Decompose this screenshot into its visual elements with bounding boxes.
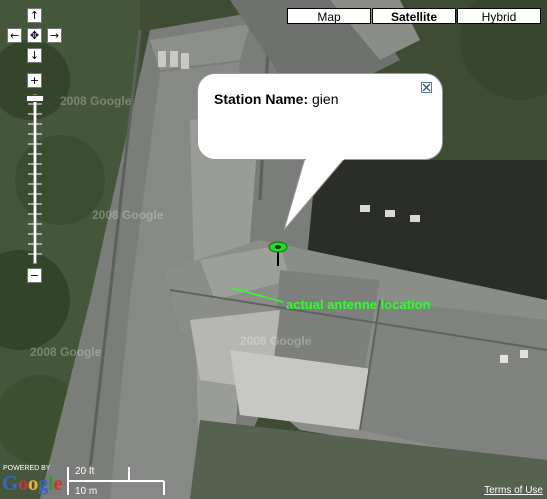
imagery-watermark: 2008 Google [240, 334, 312, 348]
google-logo[interactable]: Google [2, 471, 63, 496]
annotation-label: actual antenne location [286, 297, 431, 312]
map-type-satellite-button[interactable]: Satellite [372, 8, 456, 24]
scale-metric-label: 10 m [75, 486, 98, 497]
zoom-in-button[interactable]: + [27, 73, 42, 88]
imagery-watermark: 2008 Google [92, 208, 164, 222]
pan-center-button[interactable]: ✥ [27, 28, 42, 43]
zoom-slider-handle[interactable] [26, 95, 44, 102]
pan-right-button[interactable]: → [47, 28, 62, 43]
pan-up-button[interactable]: ↑ [27, 8, 42, 23]
scale-imperial-label: 20 ft [75, 466, 95, 477]
plus-icon: + [29, 74, 40, 87]
arrow-up-icon: ↑ [29, 9, 40, 22]
station-name-label: Station Name: [214, 91, 309, 107]
info-window-content: Station Name: gien [214, 91, 338, 107]
zoom-slider-ticks [28, 103, 42, 255]
arrow-down-icon: ↓ [29, 49, 40, 62]
map-type-hybrid-button[interactable]: Hybrid [457, 8, 541, 24]
imagery-watermark: 2008 Google [30, 345, 102, 359]
minus-icon: − [29, 269, 40, 282]
center-icon: ✥ [29, 29, 40, 42]
station-marker[interactable] [265, 238, 291, 268]
station-name-value: gien [312, 91, 339, 107]
arrow-left-icon: ← [9, 29, 20, 42]
info-window: Station Name: gien [197, 73, 443, 160]
close-icon[interactable] [421, 82, 432, 93]
map-type-map-button[interactable]: Map [287, 8, 371, 24]
pan-down-button[interactable]: ↓ [27, 48, 42, 63]
satellite-map[interactable]: 2008 Google 2008 Google 2008 Google 2008… [0, 0, 547, 499]
arrow-right-icon: → [49, 29, 60, 42]
terms-of-use-link[interactable]: Terms of Use [484, 485, 543, 496]
zoom-out-button[interactable]: − [27, 268, 42, 283]
pan-left-button[interactable]: ← [7, 28, 22, 43]
imagery-watermark: 2008 Google [60, 94, 132, 108]
